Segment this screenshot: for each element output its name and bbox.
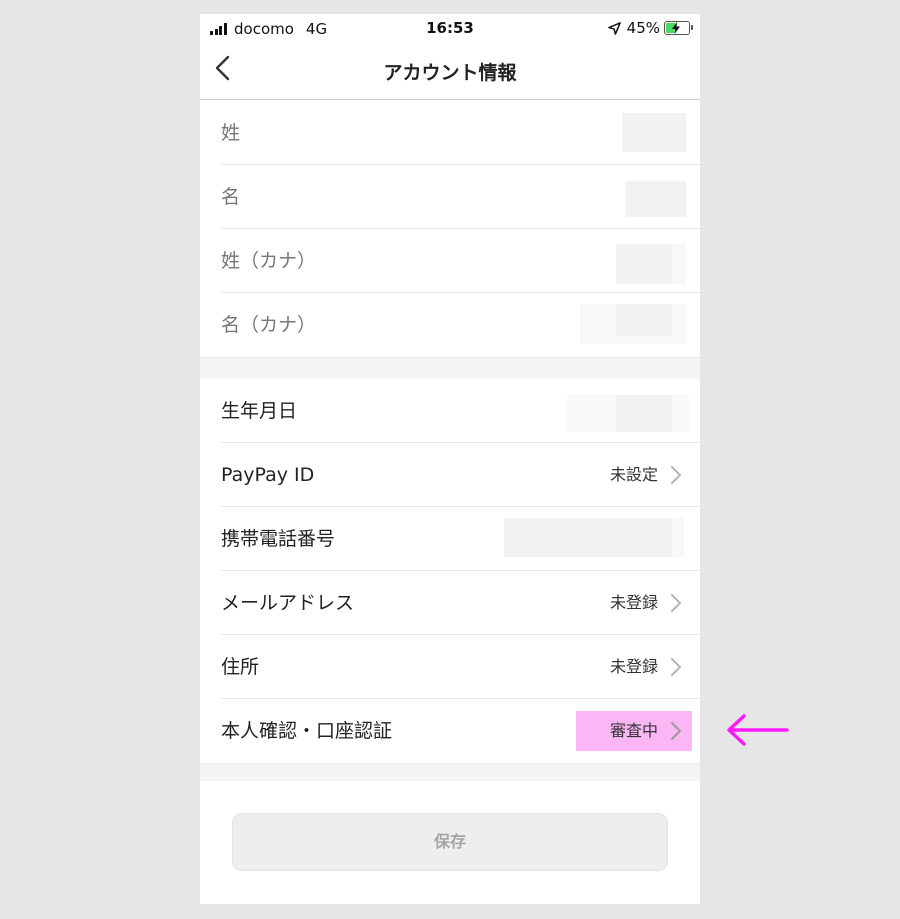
address-value: 未登録	[609, 657, 658, 676]
section-separator	[200, 357, 700, 379]
paypay-id-value: 未設定	[609, 465, 658, 484]
identity-verification-status: 審査中	[609, 721, 658, 740]
chevron-right-icon	[671, 722, 681, 740]
status-bar: docomo 4G 16:53 45%	[200, 14, 700, 44]
chevron-right-icon	[671, 594, 681, 612]
email-label: メールアドレス	[221, 592, 355, 614]
navigation-bar: アカウント情報	[200, 44, 700, 100]
phone-screen: docomo 4G 16:53 45% アカウント情報 姓 名 姓（カナ） 名（…	[200, 14, 700, 904]
battery-percent: 45%	[626, 19, 660, 37]
row-identity-verification[interactable]: 本人確認・口座認証 審査中	[221, 699, 700, 763]
row-paypay-id[interactable]: PayPay ID 未設定	[221, 443, 700, 507]
chevron-right-icon	[671, 466, 681, 484]
phone-number-label: 携帯電話番号	[221, 528, 336, 550]
location-arrow-icon	[607, 21, 621, 35]
row-last-name[interactable]: 姓	[221, 101, 700, 165]
last-name-kana-label: 姓（カナ）	[221, 250, 317, 272]
redacted-value	[622, 113, 686, 152]
redacted-value	[625, 181, 686, 217]
row-first-name-kana[interactable]: 名（カナ）	[221, 293, 700, 357]
save-button[interactable]: 保存	[232, 813, 668, 871]
paypay-id-label: PayPay ID	[221, 464, 315, 486]
row-birthday[interactable]: 生年月日	[221, 379, 700, 443]
row-first-name[interactable]: 名	[221, 165, 700, 229]
section-separator	[200, 763, 700, 781]
redacted-value	[616, 304, 672, 336]
arrow-left-icon	[727, 714, 789, 746]
redacted-value	[616, 244, 672, 284]
first-name-label: 名	[221, 186, 241, 208]
identity-verification-label: 本人確認・口座認証	[221, 720, 393, 742]
chevron-right-icon	[671, 658, 681, 676]
last-name-label: 姓	[221, 122, 241, 144]
row-last-name-kana[interactable]: 姓（カナ）	[221, 229, 700, 293]
row-address[interactable]: 住所 未登録	[221, 635, 700, 699]
battery-icon	[664, 21, 693, 35]
redacted-value	[504, 518, 672, 557]
birthday-label: 生年月日	[221, 400, 298, 422]
address-label: 住所	[221, 656, 260, 678]
row-phone-number[interactable]: 携帯電話番号	[221, 507, 700, 571]
first-name-kana-label: 名（カナ）	[221, 314, 317, 336]
row-email[interactable]: メールアドレス 未登録	[221, 571, 700, 635]
email-value: 未登録	[609, 593, 658, 612]
page-title: アカウント情報	[383, 62, 517, 84]
redacted-value	[616, 395, 672, 432]
